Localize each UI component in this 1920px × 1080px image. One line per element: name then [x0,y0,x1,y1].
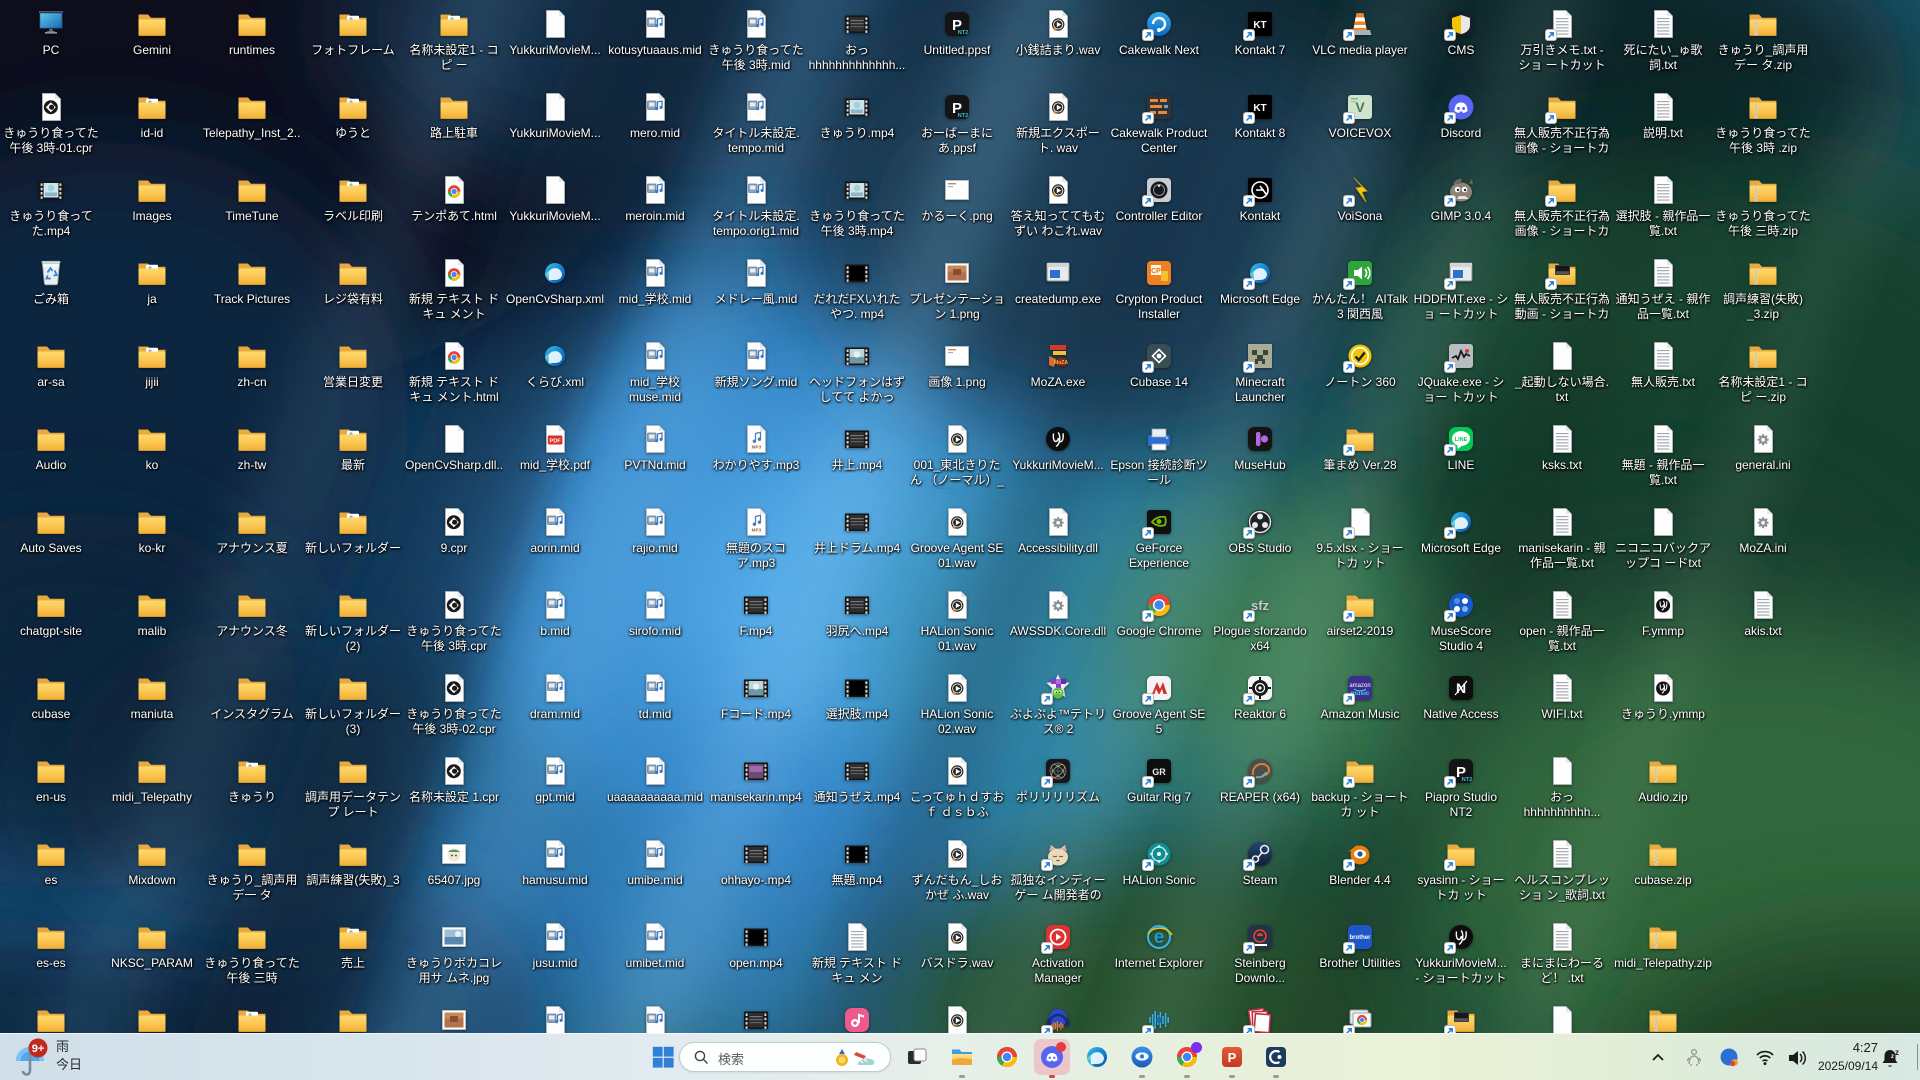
svg-text:z: z [1895,1048,1899,1057]
svg-text:KT: KT [1253,20,1266,31]
svg-text:KT: KT [1253,103,1266,114]
svg-text:CP: CP [1151,268,1161,275]
svg-text:MP3: MP3 [752,528,762,533]
svg-text:MP3: MP3 [752,445,762,450]
svg-text:brother: brother [1350,935,1372,941]
svg-text:PDF: PDF [550,438,562,444]
svg-text:V: V [1355,99,1365,115]
svg-text:GR: GR [1152,767,1166,777]
svg-text:NT2: NT2 [958,113,968,119]
svg-text:amazon: amazon [1349,683,1370,689]
svg-text:LINE: LINE [1455,437,1468,443]
svg-text:z: z [1891,1054,1894,1060]
svg-text:e: e [1154,927,1165,948]
svg-text:NT2: NT2 [958,30,968,36]
svg-text:NT2: NT2 [1462,777,1472,783]
svg-text:MoZA: MoZA [1054,360,1068,366]
svg-text:P: P [1228,1050,1237,1065]
svg-text:9+: 9+ [32,1043,45,1055]
